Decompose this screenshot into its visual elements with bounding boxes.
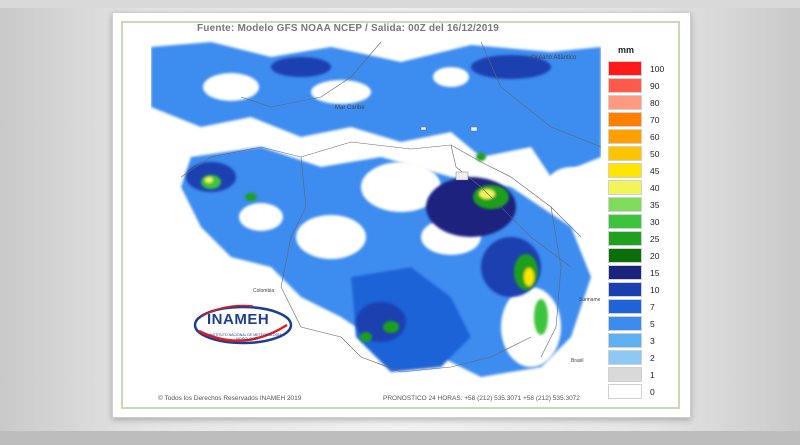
legend-item: 30 <box>608 214 678 231</box>
legend-swatch <box>608 61 642 76</box>
legend-value: 10 <box>650 285 660 295</box>
legend-swatch <box>608 384 642 399</box>
top-bar <box>0 0 800 8</box>
legend-swatch <box>608 282 642 297</box>
map-card: Fuente: Modelo GFS NOAA NCEP / Salida: 0… <box>112 12 691 418</box>
legend-item: 3 <box>608 333 678 350</box>
legend-item: 20 <box>608 248 678 265</box>
legend-swatch <box>608 146 642 161</box>
legend-swatch <box>608 265 642 280</box>
legend-value: 25 <box>650 234 660 244</box>
logo-name: INAMEH <box>207 311 270 328</box>
logo-subtitle: INSTITUTO NACIONAL DE METEOROLOGÍA E HID… <box>209 333 285 341</box>
legend-item: 0 <box>608 384 678 401</box>
legend-item: 7 <box>608 299 678 316</box>
legend-swatch <box>608 214 642 229</box>
legend-item: 70 <box>608 112 678 129</box>
legend-value: 20 <box>650 251 660 261</box>
legend-value: 70 <box>650 115 660 125</box>
legend-value: 50 <box>650 149 660 159</box>
legend-swatch <box>608 350 642 365</box>
legend-value: 1 <box>650 370 655 380</box>
legend-value: 80 <box>650 98 660 108</box>
legend-item: 2 <box>608 350 678 367</box>
colombia-label: Colombia <box>253 288 275 294</box>
legend-item: 50 <box>608 146 678 163</box>
legend-swatch <box>608 197 642 212</box>
legend-value: 2 <box>650 353 655 363</box>
legend-value: 30 <box>650 217 660 227</box>
legend-swatch <box>608 248 642 263</box>
legend-value: 5 <box>650 319 655 329</box>
legend-item: 1 <box>608 367 678 384</box>
brasil-label: Brasil <box>571 358 584 364</box>
legend-value: 100 <box>650 64 665 74</box>
legend-swatch <box>608 316 642 331</box>
legend-swatch <box>608 163 642 178</box>
legend-item: 25 <box>608 231 678 248</box>
legend-item: 5 <box>608 316 678 333</box>
sea-label: Mar Caribe <box>335 105 365 111</box>
legend-item: 35 <box>608 197 678 214</box>
legend-value: 45 <box>650 166 660 176</box>
ocean-label: Océano Atlántico <box>531 55 577 61</box>
legend-value: 90 <box>650 81 660 91</box>
legend-value: 40 <box>650 183 660 193</box>
legend-swatch <box>608 299 642 314</box>
legend-swatch <box>608 95 642 110</box>
legend-value: 60 <box>650 132 660 142</box>
legend-value: 35 <box>650 200 660 210</box>
legend-item: 45 <box>608 163 678 180</box>
copyright-text: © Todos los Derechos Reservados INAMEH 2… <box>158 395 302 402</box>
legend-swatch <box>608 231 642 246</box>
legend-value: 0 <box>650 387 655 397</box>
legend-value: 15 <box>650 268 660 278</box>
legend-item: 40 <box>608 180 678 197</box>
legend-item: 100 <box>608 61 678 78</box>
legend-item: 90 <box>608 78 678 95</box>
legend-item: 80 <box>608 95 678 112</box>
legend-unit: mm <box>618 45 635 55</box>
legend-value: 3 <box>650 336 655 346</box>
legend-swatch <box>608 112 642 127</box>
legend-swatch <box>608 180 642 195</box>
legend-value: 7 <box>650 302 655 312</box>
legend-item: 15 <box>608 265 678 282</box>
legend-swatch <box>608 367 642 382</box>
forecast-contact: PRONOSTICO 24 HORAS: +58 (212) 535.3071 … <box>383 395 580 402</box>
map-title: Fuente: Modelo GFS NOAA NCEP / Salida: 0… <box>196 23 500 34</box>
legend-swatch <box>608 129 642 144</box>
suriname-label: Suriname <box>579 297 601 303</box>
legend-item: 60 <box>608 129 678 146</box>
bottom-bar <box>0 431 800 445</box>
legend-swatch <box>608 333 642 348</box>
legend-item: 10 <box>608 282 678 299</box>
legend-swatch <box>608 78 642 93</box>
